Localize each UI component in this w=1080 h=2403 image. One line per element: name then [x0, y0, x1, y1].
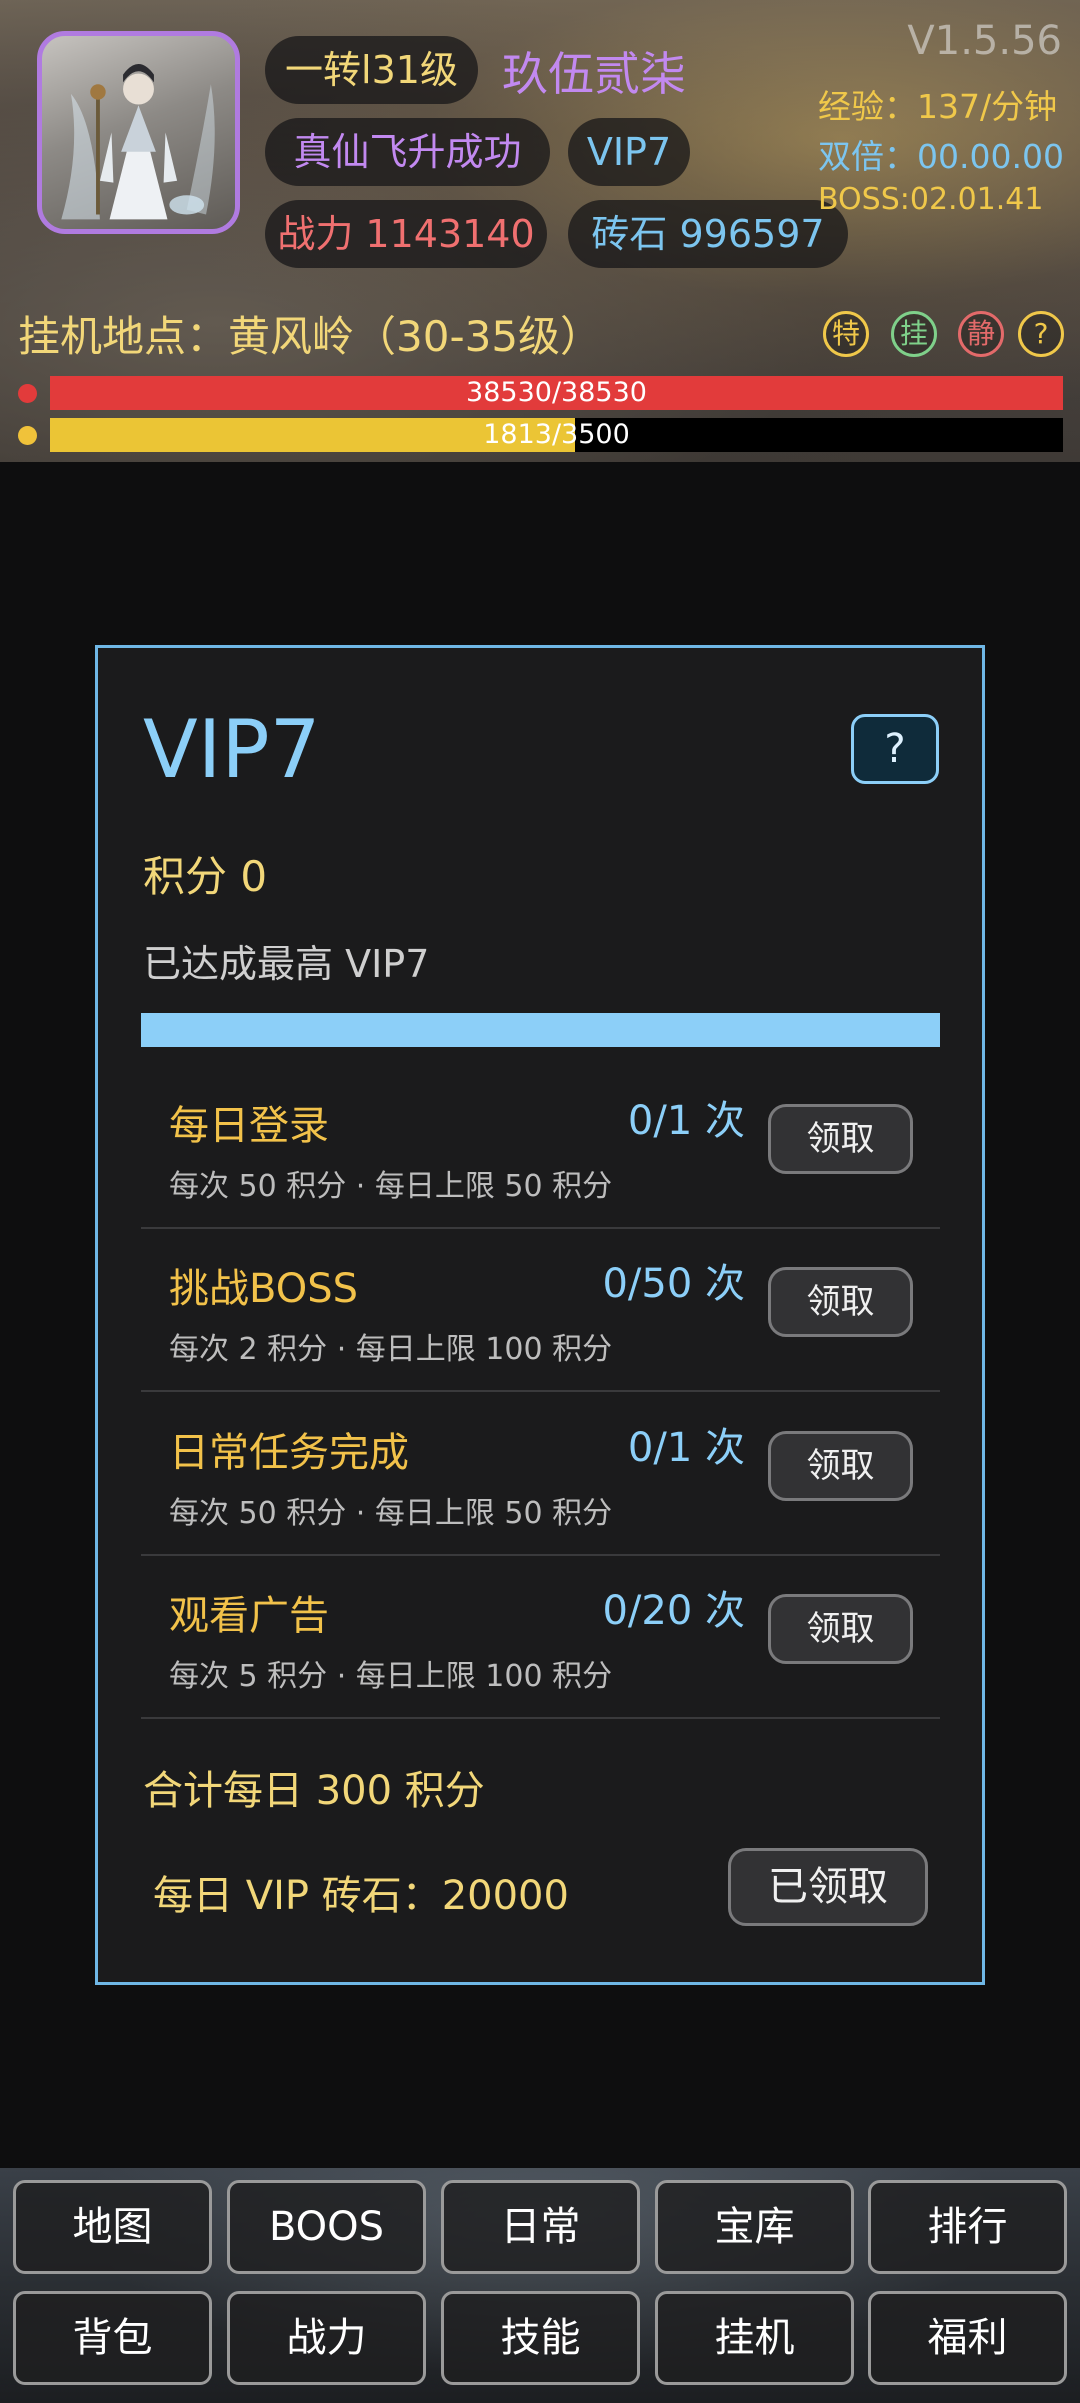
gems-chip: 砖石 996597: [568, 200, 848, 268]
special-icon[interactable]: 特: [823, 311, 869, 357]
vip-status-text: 已达成最高 VIP7: [143, 942, 430, 986]
claim-button[interactable]: 领取: [768, 1104, 913, 1174]
claim-button[interactable]: 领取: [768, 1594, 913, 1664]
task-count: 0/1 次: [627, 1098, 745, 1144]
nav-skills-button[interactable]: 技能: [441, 2291, 640, 2385]
claimed-button[interactable]: 已领取: [728, 1848, 928, 1926]
version-label: V1.5.56: [907, 18, 1062, 64]
vip-title: VIP7: [143, 703, 321, 796]
task-name: 观看广告: [169, 1593, 329, 1639]
nav-power-button[interactable]: 战力: [227, 2291, 426, 2385]
task-count: 0/1 次: [627, 1425, 745, 1471]
mute-icon[interactable]: 静: [958, 311, 1004, 357]
task-description: 每次 50 积分 · 每日上限 50 积分: [169, 1169, 613, 1204]
claim-button[interactable]: 领取: [768, 1267, 913, 1337]
claim-button[interactable]: 领取: [768, 1431, 913, 1501]
task-name: 每日登录: [169, 1103, 329, 1149]
boss-timer: BOSS:02.01.41: [818, 182, 1044, 217]
task-row: 日常任务完成 0/1 次 每次 50 积分 · 每日上限 50 积分 领取: [141, 1393, 940, 1556]
hp-bar: 38530/38530: [50, 376, 1063, 410]
mp-bar: 1813/3500: [50, 418, 1063, 452]
points-label: 积分 0: [143, 852, 268, 901]
nav-bag-button[interactable]: 背包: [13, 2291, 212, 2385]
character-avatar[interactable]: [37, 31, 240, 234]
character-portrait-icon: [61, 63, 215, 220]
help-icon[interactable]: ?: [1018, 311, 1064, 357]
vip-help-button[interactable]: ?: [851, 714, 939, 784]
nav-welfare-button[interactable]: 福利: [868, 2291, 1067, 2385]
nav-boss-button[interactable]: BOOS: [227, 2180, 426, 2274]
nav-idle-button[interactable]: 挂机: [655, 2291, 854, 2385]
task-row: 挑战BOSS 0/50 次 每次 2 积分 · 每日上限 100 积分 领取: [141, 1229, 940, 1392]
hp-dot-icon: [18, 384, 37, 403]
task-count: 0/50 次: [602, 1261, 745, 1307]
player-name: 玖伍贰柒: [502, 47, 686, 101]
task-name: 日常任务完成: [169, 1430, 409, 1476]
idle-location[interactable]: 挂机地点：黄风岭（30-35级）: [18, 303, 602, 364]
task-description: 每次 5 积分 · 每日上限 100 积分: [169, 1659, 613, 1694]
nav-daily-button[interactable]: 日常: [441, 2180, 640, 2274]
status-header: 一转l31级 玖伍贰柒 V1.5.56 真仙飞升成功 VIP7 战力 11431…: [0, 0, 1080, 462]
ascension-status-chip: 真仙飞升成功: [265, 118, 550, 186]
nav-treasury-button[interactable]: 宝库: [655, 2180, 854, 2274]
nav-map-button[interactable]: 地图: [13, 2180, 212, 2274]
bottom-nav: 地图 BOOS 日常 宝库 排行 背包 战力 技能 挂机 福利: [0, 2168, 1080, 2403]
nav-ranking-button[interactable]: 排行: [868, 2180, 1067, 2274]
task-description: 每次 2 积分 · 每日上限 100 积分: [169, 1332, 613, 1367]
rebirth-level-chip: 一转l31级: [265, 36, 478, 104]
hp-text: 38530/38530: [466, 377, 647, 408]
task-count: 0/20 次: [602, 1588, 745, 1634]
vip-progress-fill: [141, 1013, 940, 1047]
mp-dot-icon: [18, 426, 37, 445]
vip-progress-bar: [141, 1013, 940, 1047]
task-row: 每日登录 0/1 次 每次 50 积分 · 每日上限 50 积分 领取: [141, 1066, 940, 1229]
task-name: 挑战BOSS: [169, 1266, 359, 1312]
exp-rate: 经验：137/分钟: [818, 87, 1058, 126]
task-row: 观看广告 0/20 次 每次 5 积分 · 每日上限 100 积分 领取: [141, 1556, 940, 1719]
idle-icon[interactable]: 挂: [891, 311, 937, 357]
vip-badge[interactable]: VIP7: [568, 118, 690, 186]
daily-total-points: 合计每日 300 积分: [143, 1768, 485, 1814]
task-description: 每次 50 积分 · 每日上限 50 积分: [169, 1496, 613, 1531]
double-exp-timer: 双倍：00.00.00: [818, 137, 1064, 176]
vip-panel: VIP7 ? 积分 0 已达成最高 VIP7 每日登录 0/1 次 每次 50 …: [95, 645, 985, 1985]
combat-power-chip: 战力 1143140: [265, 200, 547, 268]
mp-text: 1813/3500: [483, 419, 630, 450]
daily-vip-gems: 每日 VIP 砖石：20000: [153, 1873, 569, 1919]
